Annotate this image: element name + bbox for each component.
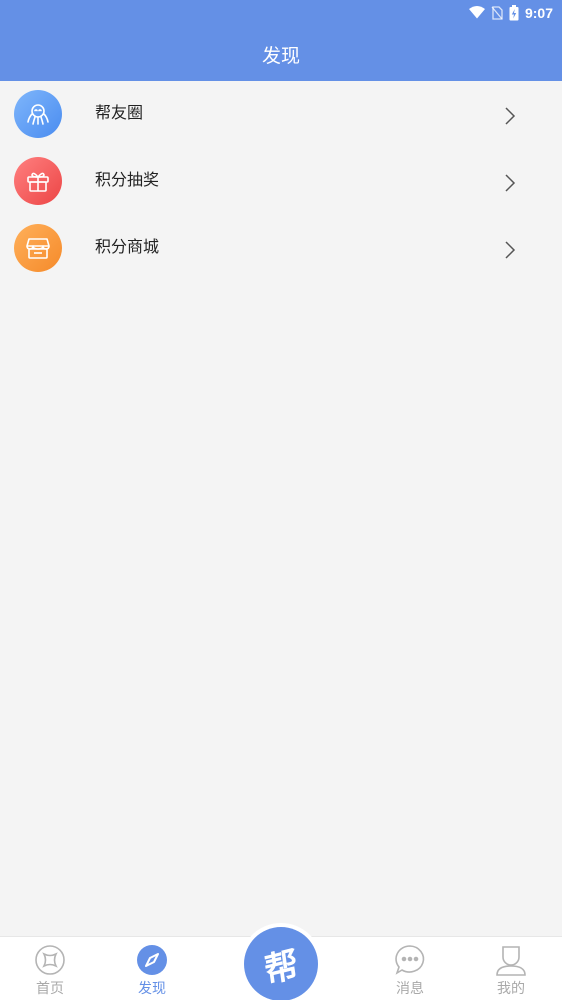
chevron-right-icon [505, 107, 516, 125]
tab-label: 首页 [36, 981, 64, 997]
tab-label: 发现 [138, 981, 166, 997]
status-time: 9:07 [524, 4, 553, 21]
chevron-right-icon [505, 174, 516, 192]
friends-circle-icon [14, 90, 62, 138]
help-logo-icon: 帮 [262, 943, 301, 992]
tab-label: 我的 [497, 981, 525, 997]
compass-icon [135, 943, 169, 977]
app-root: 9:07 发现 帮友圈 积分抽奖 积分商城 首页 发现 消息 我的 帮 [0, 0, 562, 1000]
wifi-icon [468, 6, 485, 19]
list-item-label: 积分商城 [95, 237, 160, 256]
page-title: 发现 [261, 45, 300, 67]
list-item-points-lottery[interactable]: 积分抽奖 [0, 148, 562, 215]
tab-profile[interactable]: 我的 [481, 943, 541, 1000]
list-item-bangyouquan[interactable]: 帮友圈 [0, 81, 562, 148]
discover-list: 帮友圈 积分抽奖 积分商城 [0, 81, 562, 282]
tab-discover[interactable]: 发现 [122, 943, 182, 1000]
profile-icon [494, 943, 528, 977]
store-icon [14, 224, 62, 272]
chevron-right-icon [505, 241, 516, 259]
tab-home[interactable]: 首页 [20, 943, 80, 1000]
battery-charging-icon [509, 4, 519, 21]
list-item-points-mall[interactable]: 积分商城 [0, 215, 562, 282]
list-item-label: 积分抽奖 [95, 170, 160, 189]
gift-icon [14, 157, 62, 205]
list-item-label: 帮友圈 [95, 103, 144, 122]
no-sim-icon [491, 5, 503, 20]
home-icon [33, 943, 67, 977]
status-bar: 9:07 [0, 0, 562, 25]
help-center-button[interactable]: 帮 [244, 927, 318, 1000]
top-header: 9:07 发现 [0, 0, 562, 81]
message-icon [393, 943, 427, 977]
tab-messages[interactable]: 消息 [380, 943, 440, 1000]
tab-label: 消息 [396, 981, 424, 997]
